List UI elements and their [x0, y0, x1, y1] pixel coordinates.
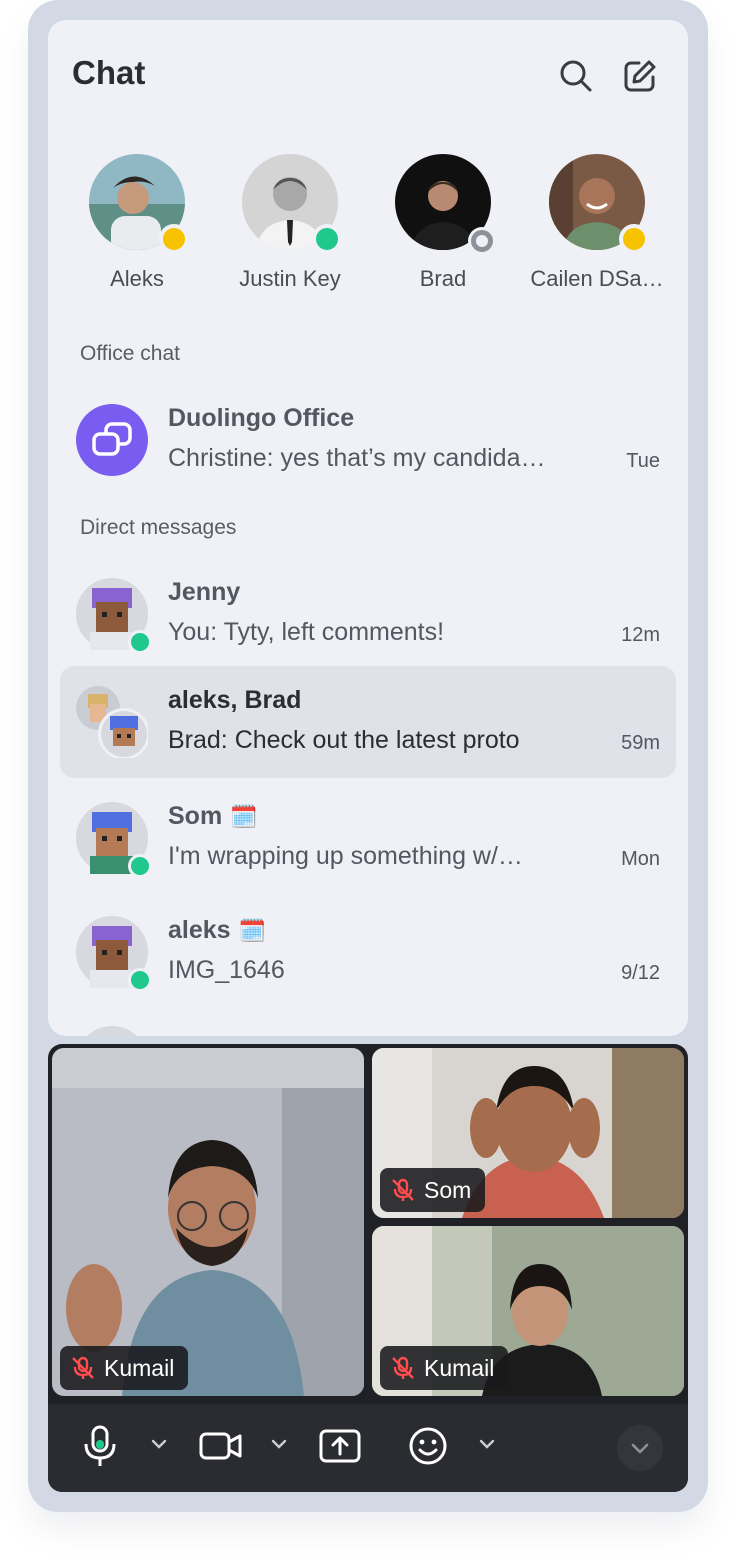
participant-name: Som — [424, 1176, 472, 1203]
chat-time: 12m — [621, 624, 660, 646]
call-toolbar — [48, 1404, 688, 1492]
chat-row-jenny[interactable]: Jenny You: Tyty, left comments! 12m — [60, 558, 676, 670]
status-dot — [312, 224, 342, 254]
online-indicator — [128, 630, 152, 654]
chat-preview: I'm wrapping up something w/… — [168, 842, 523, 870]
avatar — [242, 154, 342, 254]
avatar — [76, 802, 152, 878]
mic-muted-icon — [72, 1356, 94, 1379]
search-icon[interactable] — [558, 58, 594, 94]
mic-muted-icon — [392, 1356, 414, 1379]
status-dot — [619, 224, 649, 254]
chat-name-text: aleks — [168, 916, 231, 944]
chat-name: aleks 🗓️ — [168, 916, 266, 945]
chevron-down-icon[interactable] — [270, 1438, 288, 1450]
avatar — [76, 916, 152, 992]
chat-name: aleks, Brad — [168, 686, 302, 714]
chat-panel: Chat Aleks Justin Key Brad Cailen DSa… O… — [48, 20, 688, 1036]
chat-preview: Brad: Check out the latest proto — [168, 726, 520, 754]
chat-time: Mon — [621, 848, 660, 870]
chat-preview: Christine: yes that’s my candida… — [168, 444, 546, 472]
compose-icon[interactable] — [622, 58, 658, 94]
avatar — [89, 154, 189, 254]
story-brad[interactable]: Brad — [368, 154, 518, 292]
emoji-icon[interactable] — [408, 1426, 448, 1466]
camera-icon[interactable] — [198, 1428, 244, 1464]
chat-time: Tue — [626, 450, 660, 472]
group-avatar — [76, 404, 148, 476]
participant-name: Kumail — [424, 1354, 495, 1381]
chat-row-duolingo-office[interactable]: Duolingo Office Christine: yes that’s my… — [60, 384, 676, 496]
status-dot — [159, 224, 189, 254]
group-avatar — [76, 686, 150, 760]
story-name: Cailen DSa… — [530, 266, 664, 291]
chat-name: Duolingo Office — [168, 404, 355, 432]
video-tile-kumail-large[interactable]: Kumail — [52, 1048, 364, 1396]
chevron-down-icon[interactable] — [478, 1438, 496, 1450]
collapse-icon[interactable] — [616, 1424, 664, 1472]
microphone-icon[interactable] — [82, 1424, 118, 1468]
participant-nametag: Kumail — [60, 1346, 189, 1390]
status-dot — [471, 230, 493, 252]
avatar-partial — [76, 1026, 148, 1036]
participant-nametag: Som — [380, 1168, 486, 1212]
online-indicator — [128, 968, 152, 992]
chevron-down-icon[interactable] — [150, 1438, 168, 1450]
avatar — [549, 154, 649, 254]
chat-row-aleks-brad[interactable]: aleks, Brad Brad: Check out the latest p… — [60, 666, 676, 778]
mic-muted-icon — [392, 1178, 414, 1201]
avatar — [76, 578, 152, 654]
participant-name: Kumail — [104, 1354, 175, 1381]
chat-row-aleks[interactable]: aleks 🗓️ IMG_1646 9/12 — [60, 896, 676, 1008]
chat-bubbles-icon — [92, 422, 132, 456]
story-justin-key[interactable]: Justin Key — [215, 154, 365, 292]
chat-time: 9/12 — [621, 962, 660, 984]
page-title: Chat — [72, 54, 146, 91]
calendar-icon: 🗓️ — [230, 803, 258, 829]
story-name: Aleks — [110, 266, 164, 291]
video-feed — [52, 1048, 364, 1396]
video-call-panel: Kumail Som Kumail — [48, 1044, 688, 1492]
chat-preview: You: Tyty, left comments! — [168, 618, 445, 646]
chat-time: 59m — [621, 732, 660, 754]
story-aleks[interactable]: Aleks — [62, 154, 212, 292]
share-screen-icon[interactable] — [318, 1426, 362, 1466]
story-cailen[interactable]: Cailen DSa… — [522, 154, 672, 292]
participant-nametag: Kumail — [380, 1346, 509, 1390]
chat-row-som[interactable]: Som 🗓️ I'm wrapping up something w/… Mon — [60, 782, 676, 894]
story-name: Justin Key — [239, 266, 341, 291]
video-tile-kumail-small[interactable]: Kumail — [372, 1226, 684, 1396]
online-indicator — [128, 854, 152, 878]
calendar-icon: 🗓️ — [238, 917, 266, 943]
chat-name-text: Som — [168, 802, 223, 830]
section-direct-messages: Direct messages — [80, 516, 237, 539]
avatar — [395, 154, 493, 252]
chat-name: Jenny — [168, 578, 241, 606]
chat-preview: IMG_1646 — [168, 956, 285, 984]
story-name: Brad — [419, 266, 467, 291]
section-office-chat: Office chat — [80, 342, 180, 365]
video-tile-som[interactable]: Som — [372, 1048, 684, 1218]
chat-name: Som 🗓️ — [168, 802, 258, 831]
